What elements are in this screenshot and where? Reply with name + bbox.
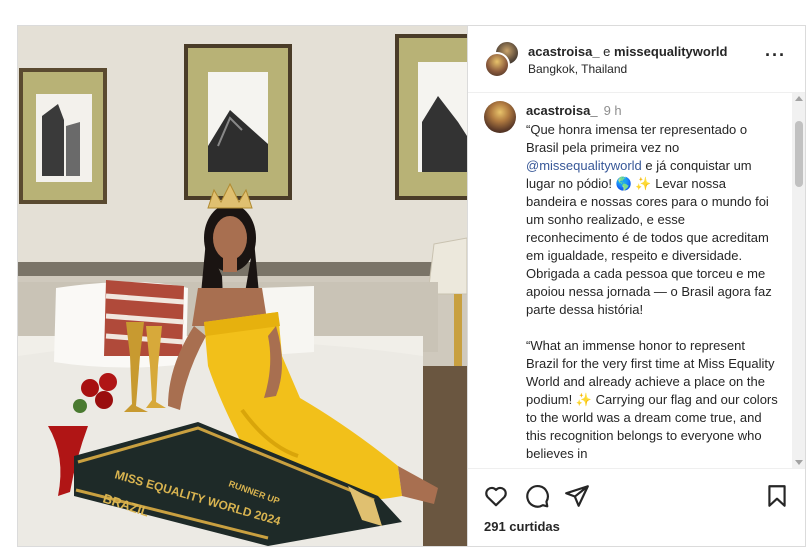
post-caption: acastroisa_ 9 h “Que honra imensa ter rep…	[468, 93, 790, 468]
collab-avatars[interactable]	[484, 40, 520, 78]
likes-count[interactable]: 291 curtidas	[484, 519, 560, 534]
author-avatar[interactable]	[484, 52, 510, 78]
post-photo[interactable]: MISS EQUALITY WORLD 2024 BRAZIL RUNNER U…	[18, 26, 467, 546]
scroll-up-icon[interactable]	[795, 96, 803, 101]
caption-text: “Que honra imensa ter representado o Bra…	[526, 121, 778, 468]
scrollbar-thumb[interactable]	[795, 121, 803, 187]
caption-scrollbar[interactable]	[792, 93, 805, 468]
post-authors: acastroisa_ e missequalityworld	[528, 44, 727, 59]
caption-username[interactable]: acastroisa_	[526, 103, 598, 118]
caption-avatar[interactable]	[484, 101, 516, 133]
mention-link[interactable]: @missequalityworld	[526, 158, 642, 173]
heart-icon[interactable]	[483, 483, 509, 509]
caption-header: acastroisa_ 9 h	[526, 103, 622, 118]
more-horizontal-icon[interactable]: ···	[765, 46, 786, 64]
caption-paragraph-pt: “Que honra imensa ter representado o Bra…	[526, 121, 778, 319]
author-link[interactable]: acastroisa_	[528, 44, 600, 59]
comment-icon[interactable]	[524, 483, 550, 509]
post-header: acastroisa_ e missequalityworld Bangkok,…	[468, 26, 805, 93]
authors-connector: e	[599, 44, 615, 59]
send-icon[interactable]	[564, 483, 590, 509]
bookmark-icon[interactable]	[764, 483, 790, 509]
post-location[interactable]: Bangkok, Thailand	[528, 62, 627, 76]
scroll-down-icon[interactable]	[795, 460, 803, 465]
caption-pt-before: “Que honra imensa ter representado o Bra…	[526, 122, 748, 155]
caption-paragraph-en: “What an immense honor to represent Braz…	[526, 338, 778, 461]
caption-pt-after: e já conquistar um lugar no pódio! 🌎 ✨ L…	[526, 158, 772, 317]
coauthor-link[interactable]: missequalityworld	[614, 44, 727, 59]
photo-illustration: MISS EQUALITY WORLD 2024 BRAZIL RUNNER U…	[18, 26, 467, 546]
post-side-panel: acastroisa_ e missequalityworld Bangkok,…	[467, 26, 805, 546]
instagram-post: MISS EQUALITY WORLD 2024 BRAZIL RUNNER U…	[17, 25, 806, 547]
caption-time[interactable]: 9 h	[604, 103, 622, 118]
post-actions: 291 curtidas	[468, 468, 805, 546]
